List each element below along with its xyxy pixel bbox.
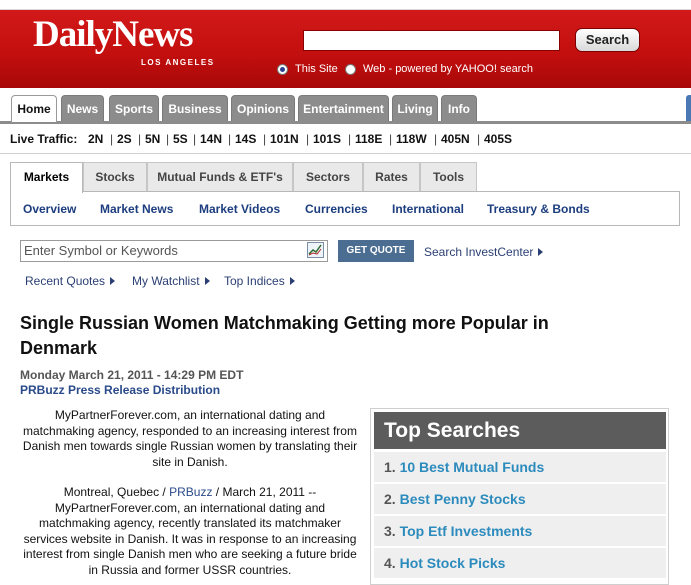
subnav-market-videos[interactable]: Market Videos [199, 202, 280, 216]
radio-this-site[interactable] [277, 64, 288, 75]
tab-business[interactable]: Business [162, 95, 228, 121]
traffic-link-14s[interactable]: 14S [235, 132, 256, 146]
traffic-separator: | [434, 132, 438, 146]
top-search-link[interactable]: Hot Stock Picks [400, 555, 506, 571]
live-traffic-label: Live Traffic: [10, 132, 78, 146]
chevron-right-icon [289, 277, 295, 285]
traffic-link-101n[interactable]: 101N [270, 132, 299, 146]
top-search-item[interactable]: 1. 10 Best Mutual Funds [374, 452, 666, 483]
search-investcenter-label: Search InvestCenter [424, 245, 534, 259]
top-search-number: 1. [384, 459, 396, 475]
nav-overflow-tab[interactable] [686, 95, 691, 121]
paragraph-2-text-start: Montreal, Quebec / [63, 485, 170, 499]
tab-rates[interactable]: Rates [363, 162, 420, 191]
browser-top-strip [0, 0, 691, 10]
traffic-separator: | [193, 132, 197, 146]
traffic-link-405n[interactable]: 405N [441, 132, 470, 146]
tab-markets[interactable]: Markets [10, 162, 83, 193]
article-dateline: Monday March 21, 2011 - 14:29 PM EDT [20, 368, 244, 382]
get-quote-button[interactable]: GET QUOTE [338, 240, 414, 262]
site-logo-subtitle: LOS ANGELES [141, 58, 215, 67]
top-search-item[interactable]: 3. Top Etf Investments [374, 516, 666, 547]
article-paragraph-1: MyPartnerForever.com, an international d… [22, 408, 358, 469]
top-search-number: 2. [384, 491, 396, 507]
article-headline: Single Russian Women Matchmaking Getting… [20, 313, 549, 358]
tab-sports[interactable]: Sports [109, 95, 159, 121]
tab-entertainment[interactable]: Entertainment [298, 95, 389, 121]
site-logo[interactable]: DailyNews [33, 16, 194, 54]
traffic-link-14n[interactable]: 14N [200, 132, 222, 146]
traffic-separator: | [306, 132, 310, 146]
top-search-number: 3. [384, 523, 396, 539]
tab-sectors[interactable]: Sectors [293, 162, 363, 191]
chart-lookup-icon[interactable] [307, 242, 324, 258]
tab-info[interactable]: Info [441, 95, 477, 121]
traffic-separator: | [348, 132, 352, 146]
tab-stocks[interactable]: Stocks [83, 162, 147, 191]
chevron-right-icon [538, 248, 544, 256]
top-search-item[interactable]: 2. Best Penny Stocks [374, 484, 666, 515]
top-search-item[interactable]: 4. Hot Stock Picks [374, 548, 666, 579]
search-button[interactable]: Search [575, 28, 640, 52]
traffic-separator: | [110, 132, 114, 146]
traffic-link-5n[interactable]: 5N [145, 132, 160, 146]
live-traffic-bar: Live Traffic: 2N | 2S | 5N | 5S | 14N | … [0, 124, 691, 154]
traffic-link-405s[interactable]: 405S [484, 132, 512, 146]
article-paragraph-2: Montreal, Quebec / PRBuzz / March 21, 20… [20, 485, 360, 578]
article-source-link[interactable]: PRBuzz Press Release Distribution [20, 383, 220, 397]
traffic-separator: | [138, 132, 142, 146]
traffic-link-2s[interactable]: 2S [117, 132, 132, 146]
chevron-right-icon [204, 277, 210, 285]
top-search-link[interactable]: 10 Best Mutual Funds [400, 459, 545, 475]
traffic-separator: | [389, 132, 393, 146]
traffic-link-118w[interactable]: 118W [396, 132, 427, 146]
recent-quotes-label: Recent Quotes [25, 274, 106, 288]
tab-tools[interactable]: Tools [420, 162, 477, 191]
tab-opinions[interactable]: Opinions [231, 95, 295, 121]
traffic-separator: | [477, 132, 481, 146]
top-search-link[interactable]: Best Penny Stocks [400, 491, 526, 507]
tab-news[interactable]: News [61, 95, 104, 121]
traffic-link-101s[interactable]: 101S [313, 132, 341, 146]
subnav-international[interactable]: International [392, 202, 464, 216]
radio-web[interactable] [345, 64, 356, 75]
recent-quotes-link[interactable]: Recent Quotes [25, 274, 116, 288]
traffic-separator: | [228, 132, 232, 146]
top-search-number: 4. [384, 555, 396, 571]
top-indices-label: Top Indices [224, 274, 285, 288]
top-search-link[interactable]: Top Etf Investments [400, 523, 533, 539]
tab-mutual-funds-etfs[interactable]: Mutual Funds & ETF's [147, 162, 293, 191]
site-search-input[interactable] [303, 30, 560, 51]
my-watchlist-link[interactable]: My Watchlist [132, 274, 210, 288]
traffic-separator: | [263, 132, 267, 146]
my-watchlist-label: My Watchlist [132, 274, 200, 288]
search-investcenter-link[interactable]: Search InvestCenter [424, 245, 544, 259]
chevron-right-icon [110, 277, 116, 285]
subnav-overview[interactable]: Overview [23, 202, 76, 216]
tab-living[interactable]: Living [392, 95, 438, 121]
subnav-treasury-bonds[interactable]: Treasury & Bonds [487, 202, 590, 216]
traffic-link-2n[interactable]: 2N [88, 132, 103, 146]
subnav-market-news[interactable]: Market News [100, 202, 173, 216]
subnav-currencies[interactable]: Currencies [305, 202, 368, 216]
traffic-link-5s[interactable]: 5S [173, 132, 188, 146]
top-searches-title: Top Searches [374, 412, 666, 449]
radio-this-site-label: This Site [295, 63, 338, 75]
top-indices-link[interactable]: Top Indices [224, 274, 295, 288]
radio-web-label: Web - powered by YAHOO! search [363, 63, 533, 75]
traffic-separator: | [166, 132, 170, 146]
prbuzz-inline-link[interactable]: PRBuzz [169, 485, 212, 499]
tab-home[interactable]: Home [11, 95, 57, 122]
symbol-search-input[interactable]: Enter Symbol or Keywords [20, 240, 328, 262]
traffic-link-118e[interactable]: 118E [355, 132, 382, 146]
